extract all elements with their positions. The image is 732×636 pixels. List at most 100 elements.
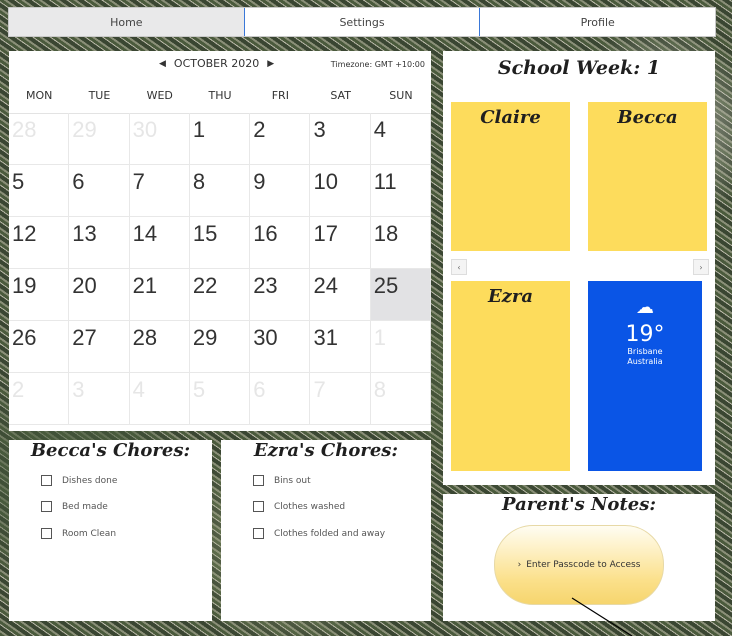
chore-label: Bed made [62, 501, 108, 512]
passcode-button-label: Enter Passcode to Access [526, 560, 641, 570]
chore-item: Clothes washed [253, 501, 345, 512]
mouse-pointer-icon [571, 597, 633, 636]
calendar-day[interactable]: 9 [250, 165, 311, 217]
chore-checkbox[interactable] [41, 501, 52, 512]
chore-label: Room Clean [62, 528, 117, 539]
chevron-right-icon: › [517, 560, 522, 570]
calendar-day[interactable]: 6 [69, 165, 130, 217]
calendar-day[interactable]: 24 [310, 269, 371, 321]
calendar-day[interactable]: 15 [189, 217, 251, 269]
calendar-day[interactable]: 28 [9, 113, 70, 165]
weekday-header: MON TUE WED THU FRI SAT SUN [9, 83, 431, 114]
calendar-widget: ◀ OCTOBER 2020 ▶ Timezone: GMT +10:00 MO… [9, 51, 432, 431]
calendar-day[interactable]: 3 [69, 373, 130, 425]
cloud-sun-icon: ☁ [636, 297, 654, 318]
student-card-becca[interactable]: Becca [588, 102, 707, 251]
top-nav: Home Settings Profile [8, 7, 716, 37]
calendar-grid: 28 29 30 1 2 3 4 5 6 7 8 9 10 11 12 13 14 15 16 17 18 19 20 21 2… [9, 113, 432, 431]
chore-checkbox[interactable] [41, 528, 52, 539]
ezra-chores-title: Ezra's Chores: [253, 440, 399, 461]
weather-temperature: 19° [625, 322, 665, 347]
chore-item: Clothes folded and away [253, 528, 385, 539]
weather-city: Brisbane [627, 347, 663, 356]
calendar-day-today[interactable]: 25 [370, 269, 432, 321]
ezra-chores-panel: Ezra's Chores: Bins out Clothes washed C… [221, 440, 431, 621]
chore-checkbox[interactable] [253, 528, 264, 539]
calendar-day[interactable]: 19 [9, 269, 70, 321]
calendar-day[interactable]: 12 [9, 217, 70, 269]
chore-checkbox[interactable] [253, 475, 264, 486]
calendar-day[interactable]: 7 [310, 373, 371, 425]
student-name: Becca [617, 107, 678, 128]
chore-item: Bins out [253, 475, 311, 486]
school-week-title: School Week: 1 [497, 57, 661, 79]
calendar-day[interactable]: 29 [189, 321, 251, 373]
month-label: OCTOBER 2020 [173, 57, 260, 70]
student-card-ezra[interactable]: Ezra [451, 281, 570, 471]
calendar-day[interactable]: 27 [69, 321, 130, 373]
passcode-button[interactable]: › Enter Passcode to Access [494, 525, 664, 605]
carousel-next-button[interactable]: › [693, 259, 709, 275]
calendar-day[interactable]: 18 [370, 217, 432, 269]
next-month-icon[interactable]: ▶ [267, 59, 274, 69]
school-week-panel: School Week: 1 Claire Becca ‹ › Ezra ☁ 1… [443, 51, 715, 485]
calendar-day[interactable]: 2 [9, 373, 70, 425]
calendar-day[interactable]: 4 [129, 373, 190, 425]
parents-notes-title: Parent's Notes: [502, 494, 656, 515]
calendar-day[interactable]: 7 [129, 165, 190, 217]
calendar-day[interactable]: 1 [370, 321, 432, 373]
calendar-day[interactable]: 13 [69, 217, 130, 269]
calendar-day[interactable]: 26 [9, 321, 70, 373]
timezone-label: Timezone: GMT +10:00 [330, 60, 425, 69]
weekday-label: WED [146, 89, 173, 102]
calendar-day[interactable]: 21 [129, 269, 190, 321]
month-navigator: ◀ OCTOBER 2020 ▶ [159, 57, 274, 70]
calendar-day[interactable]: 30 [250, 321, 311, 373]
calendar-day[interactable]: 28 [129, 321, 190, 373]
chore-checkbox[interactable] [41, 475, 52, 486]
student-name: Ezra [487, 286, 534, 307]
weather-widget: ☁ 19° Brisbane Australia [588, 281, 702, 471]
calendar-day[interactable]: 8 [189, 165, 251, 217]
tab-home[interactable]: Home [9, 8, 245, 36]
chore-item: Room Clean [41, 528, 116, 539]
calendar-day[interactable]: 22 [189, 269, 251, 321]
tab-settings[interactable]: Settings [245, 8, 481, 36]
chore-label: Dishes done [62, 475, 118, 486]
chore-label: Bins out [274, 475, 311, 486]
tab-profile[interactable]: Profile [480, 8, 715, 36]
becca-chores-panel: Becca's Chores: Dishes done Bed made Roo… [9, 440, 212, 621]
calendar-day[interactable]: 2 [250, 113, 311, 165]
calendar-day[interactable]: 29 [69, 113, 130, 165]
calendar-day[interactable]: 4 [370, 113, 432, 165]
calendar-day[interactable]: 3 [310, 113, 371, 165]
calendar-day[interactable]: 20 [69, 269, 130, 321]
weekday-label: THU [208, 89, 232, 102]
calendar-day[interactable]: 31 [310, 321, 371, 373]
calendar-day[interactable]: 30 [129, 113, 190, 165]
chore-item: Bed made [41, 501, 108, 512]
calendar-day[interactable]: 6 [250, 373, 311, 425]
chore-checkbox[interactable] [253, 501, 264, 512]
calendar-day[interactable]: 5 [9, 165, 70, 217]
calendar-day[interactable]: 23 [250, 269, 311, 321]
calendar-day[interactable]: 10 [310, 165, 371, 217]
prev-month-icon[interactable]: ◀ [159, 59, 166, 69]
weekday-label: TUE [88, 89, 111, 102]
carousel-prev-button[interactable]: ‹ [451, 259, 467, 275]
student-name: Claire [480, 107, 541, 128]
calendar-day[interactable]: 16 [250, 217, 311, 269]
becca-chores-title: Becca's Chores: [30, 440, 191, 461]
chore-label: Clothes washed [274, 501, 346, 512]
calendar-day[interactable]: 8 [370, 373, 432, 425]
calendar-day[interactable]: 17 [310, 217, 371, 269]
weekday-label: MON [25, 89, 53, 102]
calendar-day[interactable]: 14 [129, 217, 190, 269]
calendar-day[interactable]: 1 [189, 113, 251, 165]
chore-label: Clothes folded and away [274, 528, 386, 539]
weather-country: Australia [627, 357, 663, 366]
student-card-claire[interactable]: Claire [451, 102, 570, 251]
calendar-day[interactable]: 11 [370, 165, 432, 217]
calendar-day[interactable]: 5 [189, 373, 251, 425]
chore-item: Dishes done [41, 475, 117, 486]
